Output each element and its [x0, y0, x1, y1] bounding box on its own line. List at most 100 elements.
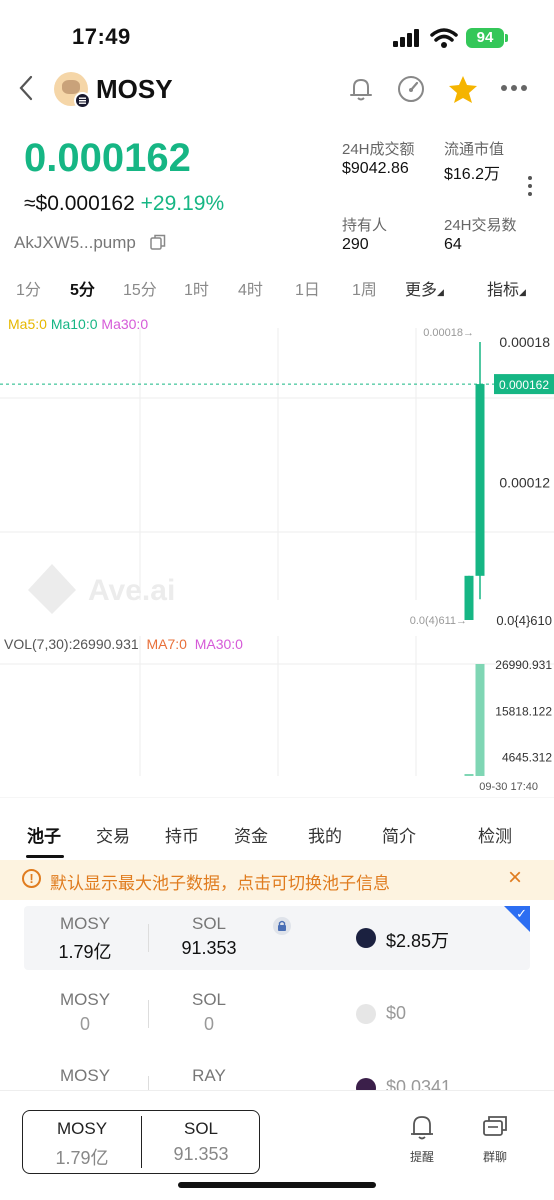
- back-button[interactable]: [18, 74, 34, 108]
- bell-icon[interactable]: [346, 74, 376, 104]
- tab-mine[interactable]: 我的: [308, 822, 342, 847]
- gauge-icon[interactable]: [396, 74, 426, 104]
- price-chart[interactable]: Ave.ai 0.00018 0.00012 0.0{4}610 0.000162 0.0…: [0, 328, 554, 798]
- contract-address: AkJXW5...pump: [14, 233, 136, 252]
- pool-divider: [148, 1076, 149, 1090]
- vol-legend: VOL(7,30):26990.931 MA7:0 MA30:0: [4, 636, 243, 652]
- alert-button[interactable]: 提醒: [402, 1112, 442, 1168]
- tab-intro[interactable]: 简介: [382, 822, 416, 847]
- pool-divider: [148, 924, 149, 952]
- pool-row[interactable]: MOSY 1.79亿 SOL 91.353 $2.85万 ✓: [24, 906, 530, 970]
- tf-4h[interactable]: 4时: [238, 276, 263, 300]
- tf-indicators-label: 指标: [487, 282, 520, 299]
- candle-body: [475, 384, 485, 576]
- volume-axis-label: 26990.931: [495, 658, 552, 672]
- status-time: 17:49: [72, 24, 131, 49]
- tf-5m[interactable]: 5分: [70, 276, 95, 300]
- tf-15m[interactable]: 15分: [123, 276, 157, 300]
- vol-ma7-label: MA7:0: [146, 636, 187, 652]
- dex-icon: [356, 1004, 376, 1024]
- low-marker: 0.0(4)611→: [410, 615, 467, 627]
- pug-logo: [62, 80, 80, 94]
- warning-icon: !: [22, 869, 41, 888]
- volume-axis-label: 15818.122: [495, 704, 552, 718]
- stats-more-icon[interactable]: [528, 176, 532, 200]
- stat-holders-value: 290: [342, 236, 369, 253]
- tf-1d[interactable]: 1日: [295, 276, 320, 300]
- pool-row[interactable]: MOSY RAY $0.0341: [24, 1058, 530, 1090]
- chat-button[interactable]: 群聊: [475, 1112, 515, 1168]
- price-change: +29.19%: [140, 192, 225, 215]
- tab-check[interactable]: 检测: [478, 822, 512, 847]
- pool-quote-symbol: SOL: [191, 990, 227, 1009]
- stat-24h-volume-label: 24H成交额: [342, 141, 415, 158]
- price-axis-label: 0.00018: [499, 334, 550, 350]
- time-axis-label: 09-30 17:40: [479, 781, 538, 793]
- close-icon[interactable]: ×: [508, 864, 522, 892]
- pool-base-symbol: MOSY: [59, 1066, 111, 1085]
- ave-logo-icon: [28, 564, 76, 614]
- candle-body: [464, 575, 474, 620]
- pair-base-symbol: MOSY: [56, 1119, 108, 1138]
- wifi-icon: [430, 28, 458, 48]
- price-usd-line: ≈$0.000162 +29.19%: [24, 192, 224, 216]
- notice-text: 默认显示最大池子数据，点击可切换池子信息: [50, 874, 390, 893]
- pair-quote-symbol: SOL: [183, 1119, 219, 1138]
- pool-quote-symbol: RAY: [192, 1066, 226, 1085]
- battery-indicator: 94: [466, 28, 504, 48]
- volume-bar: [464, 774, 474, 776]
- tab-holders[interactable]: 持币: [165, 822, 199, 847]
- tf-indicators[interactable]: 指标◢: [487, 276, 526, 300]
- high-marker: 0.00018→: [423, 328, 474, 339]
- volume-axis-label: 4645.312: [502, 751, 552, 765]
- token-name: MOSY: [96, 74, 173, 104]
- copy-icon[interactable]: [150, 234, 166, 250]
- watermark: Ave.ai: [88, 574, 175, 607]
- volume-bar: [475, 664, 485, 776]
- pool-quote-amount: 91.353: [181, 938, 237, 958]
- pool-base-amount: 1.79亿: [58, 942, 112, 962]
- solana-chain-icon: [74, 92, 91, 109]
- tf-1h[interactable]: 1时: [184, 276, 209, 300]
- tf-1m[interactable]: 1分: [16, 276, 41, 300]
- tf-more-label: 更多: [405, 282, 438, 299]
- check-icon: ✓: [516, 906, 527, 921]
- alert-label: 提醒: [409, 1150, 434, 1164]
- detail-tabs: 池子 交易 持币 资金 我的 简介 检测: [0, 818, 554, 858]
- tf-1w[interactable]: 1周: [352, 276, 377, 300]
- pair-divider: [141, 1116, 142, 1168]
- signal-icon: [393, 29, 419, 47]
- tab-pools[interactable]: 池子: [27, 822, 61, 847]
- stat-holders-label: 持有人: [342, 217, 388, 234]
- current-price: 0.000162: [24, 136, 191, 180]
- pool-base-symbol: MOSY: [59, 914, 111, 933]
- vol-ma30-label: MA30:0: [194, 636, 243, 652]
- stat-24h-tx-value: 64: [444, 236, 462, 253]
- lock-icon: [273, 917, 291, 935]
- home-indicator: [178, 1182, 376, 1188]
- star-favorite-icon[interactable]: [447, 74, 477, 104]
- pool-liquidity: $2.85万: [386, 931, 450, 951]
- pool-quote-symbol: SOL: [191, 914, 227, 933]
- battery-nub: [505, 34, 508, 42]
- more-icon[interactable]: [500, 84, 528, 92]
- price-axis-label: 0.0{4}610: [496, 613, 552, 628]
- pool-base-symbol: MOSY: [59, 990, 111, 1009]
- tab-trades[interactable]: 交易: [96, 822, 130, 847]
- pool-divider: [148, 1000, 149, 1028]
- price-axis-label: 0.00012: [499, 474, 550, 490]
- pool-liquidity: $0.0341: [386, 1077, 452, 1090]
- tf-more[interactable]: 更多◢: [405, 276, 444, 300]
- current-price-tag: 0.000162: [499, 378, 549, 392]
- stat-24h-tx-label: 24H交易数: [444, 217, 517, 234]
- tab-funds[interactable]: 资金: [234, 822, 268, 847]
- chevron-left-icon: [19, 75, 33, 101]
- pool-row[interactable]: MOSY 0 SOL 0 $0: [24, 982, 530, 1046]
- pool-base-amount: 0: [79, 1014, 90, 1034]
- stat-market-cap-value: $16.2万: [444, 166, 501, 183]
- pair-base-amount: 1.79亿: [55, 1148, 109, 1168]
- caret-icon: ◢: [437, 287, 444, 297]
- caret-icon: ◢: [519, 287, 526, 297]
- timeframe-bar: 1分 5分 15分 1时 4时 1日 1周 更多◢ 指标◢: [0, 276, 554, 302]
- price-usd: ≈$0.000162: [24, 192, 135, 215]
